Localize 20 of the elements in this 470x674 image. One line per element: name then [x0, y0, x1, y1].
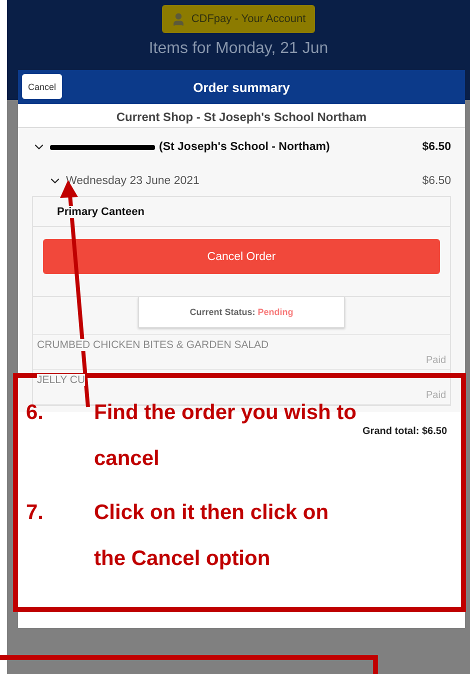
cancel-order-button[interactable]: Cancel Order [43, 239, 440, 274]
dialog-title: Order summary [193, 80, 290, 94]
order-date[interactable]: Wednesday 23 June 2021 [66, 175, 200, 187]
cancel-button[interactable]: Cancel [22, 74, 62, 99]
step-instruction: Find the order you wish to cancel [94, 400, 358, 472]
day-total: $6.50 [422, 175, 451, 187]
step-number: 7. [26, 500, 45, 526]
student-school[interactable]: (St Joseph's School - Northam) [159, 141, 330, 153]
page-title: Items for Monday, 21 Jun [148, 40, 328, 58]
payment-status: Paid [426, 355, 446, 366]
student-total: $6.50 [422, 141, 451, 153]
payment-status: Paid [426, 390, 446, 401]
item-name: CRUMBED CHICKEN BITES & GARDEN SALAD [37, 339, 269, 351]
user-icon [171, 12, 186, 26]
item-name: JELLY CU [37, 374, 86, 386]
status-label: Current Status: Pending [138, 297, 345, 328]
step-number: 6. [26, 400, 45, 426]
canteen-name: Primary Canteen [57, 206, 144, 218]
grand-total: Grand total: $6.50 [362, 426, 447, 437]
step-instruction: Click on it then click on the Cancel option [94, 500, 330, 572]
